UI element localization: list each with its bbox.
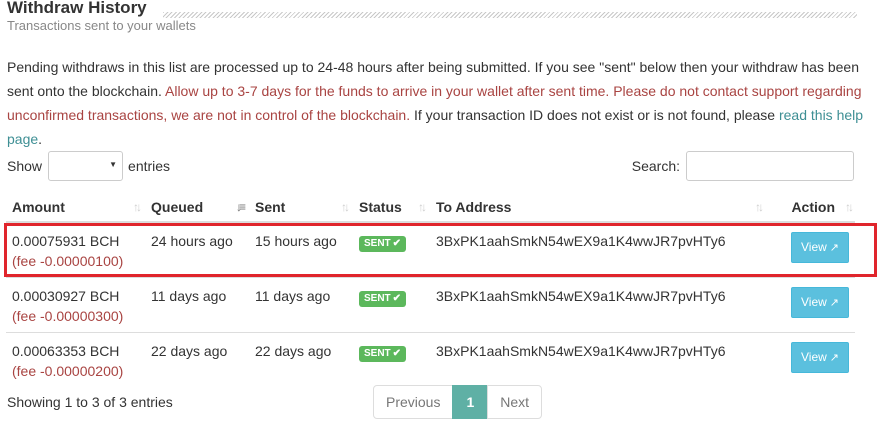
page-subtitle: Transactions sent to your wallets: [7, 18, 196, 33]
sort-icon: ↑↓: [133, 200, 142, 214]
queued-cell: 24 hours ago: [151, 233, 233, 249]
table-row: 0.00063353 BCH (fee -0.00000200) 22 days …: [6, 332, 855, 387]
caret-down-icon: ▼: [109, 160, 118, 169]
sort-icon: ↑↓: [755, 200, 764, 214]
search-label: Search:: [631, 158, 680, 174]
sort-icon: ↑↓: [341, 200, 350, 214]
column-header-address[interactable]: To Address ↑↓: [430, 193, 767, 223]
sort-desc-icon: ↓≡: [235, 200, 246, 214]
pagination: Previous 1 Next: [373, 385, 543, 419]
table-row: 0.00030927 BCH (fee -0.00000300) 11 days …: [6, 277, 855, 333]
sent-cell: 15 hours ago: [255, 233, 337, 249]
status-cell: SENT ✔: [353, 332, 430, 387]
queued-cell: 11 days ago: [145, 277, 249, 333]
sort-icon: ↑↓: [845, 200, 854, 214]
address-cell: 3BxPK1aahSmkN54wEX9a1K4wwJR7pvHTy6: [430, 277, 767, 333]
column-header-status[interactable]: Status ↑↓: [353, 193, 430, 223]
action-cell: View ↗: [767, 277, 855, 333]
entries-select[interactable]: ▼: [48, 151, 124, 181]
entries-label: entries: [128, 158, 171, 174]
search-input[interactable]: [686, 151, 854, 181]
address-cell: 3BxPK1aahSmkN54wEX9a1K4wwJR7pvHTy6: [436, 233, 726, 249]
amount-value: 0.00075931 BCH: [12, 233, 120, 249]
external-link-icon: ↗: [829, 297, 839, 309]
action-cell: View ↗: [767, 222, 855, 278]
previous-page-button[interactable]: Previous: [373, 385, 454, 419]
notice-text-2: If your transaction ID does not exist or…: [410, 107, 779, 123]
amount-cell: 0.00063353 BCH (fee -0.00000200): [6, 332, 145, 387]
table-info: Showing 1 to 3 of 3 entries: [7, 394, 173, 410]
status-badge: SENT ✔: [359, 236, 407, 252]
entries-length-control: Show ▼ entries: [7, 151, 170, 181]
fee-value: (fee -0.00000300): [12, 308, 124, 324]
page-1-button[interactable]: 1: [452, 385, 489, 419]
queued-cell: 22 days ago: [145, 332, 249, 387]
external-link-icon: ↗: [829, 242, 839, 254]
amount-value: 0.00030927 BCH: [12, 288, 120, 304]
status-cell: SENT ✔: [353, 277, 430, 333]
column-header-amount[interactable]: Amount ↑↓: [6, 193, 145, 223]
withdraw-table: Amount ↑↓ Queued ↓≡ Sent ↑↓ Status ↑↓ To Add…: [6, 193, 855, 387]
check-icon: ✔: [392, 293, 402, 304]
page-header: Withdraw History Transactions sent to yo…: [7, 0, 857, 36]
amount-value: 0.00063353 BCH: [12, 343, 120, 359]
fee-value: (fee -0.00000100): [12, 253, 124, 269]
fee-value: (fee -0.00000200): [12, 363, 124, 379]
check-icon: ✔: [392, 348, 402, 359]
next-page-button[interactable]: Next: [487, 385, 543, 419]
amount-cell: 0.00075931 BCH (fee -0.00000100): [6, 222, 145, 278]
withdraw-notice: Pending withdraws in this list are proce…: [7, 55, 867, 151]
view-button[interactable]: View ↗: [790, 232, 849, 263]
show-label: Show: [7, 158, 43, 174]
table-row: 0.00075931 BCH (fee -0.00000100) 24 hours…: [6, 222, 855, 278]
view-button[interactable]: View ↗: [790, 287, 849, 318]
check-icon: ✔: [392, 238, 402, 249]
table-header-row: Amount ↑↓ Queued ↓≡ Sent ↑↓ Status ↑↓ To Add…: [6, 193, 855, 223]
column-header-queued[interactable]: Queued ↓≡: [145, 193, 249, 223]
view-button[interactable]: View ↗: [790, 342, 849, 373]
column-header-action[interactable]: Action ↑↓: [767, 193, 855, 223]
status-cell: SENT ✔: [353, 222, 430, 278]
notice-end: .: [38, 131, 43, 147]
status-badge: SENT ✔: [359, 291, 407, 307]
external-link-icon: ↗: [829, 352, 839, 364]
title-divider: [163, 12, 857, 18]
sort-icon: ↑↓: [418, 200, 427, 214]
column-header-sent[interactable]: Sent ↑↓: [249, 193, 353, 223]
status-badge: SENT ✔: [359, 346, 407, 362]
sent-cell: 22 days ago: [249, 332, 353, 387]
sent-cell: 11 days ago: [249, 277, 353, 333]
search-control: Search:: [632, 151, 854, 181]
action-cell: View ↗: [767, 332, 855, 387]
address-cell: 3BxPK1aahSmkN54wEX9a1K4wwJR7pvHTy6: [430, 332, 767, 387]
amount-cell: 0.00030927 BCH (fee -0.00000300): [6, 277, 145, 333]
